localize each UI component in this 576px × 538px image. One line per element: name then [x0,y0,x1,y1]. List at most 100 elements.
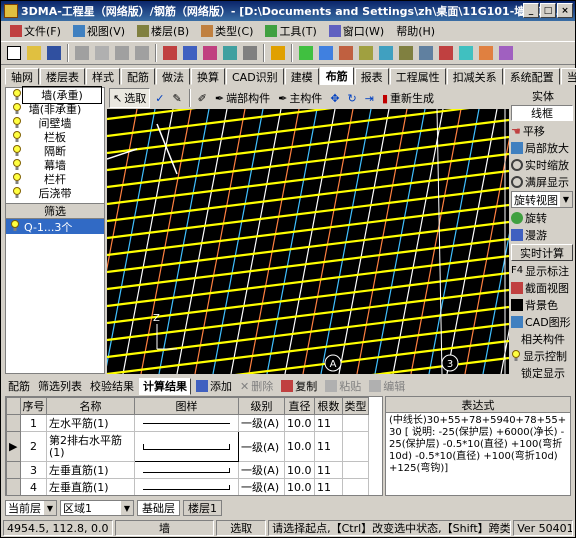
tab-place-rebar[interactable]: 布筋 [319,67,354,85]
tab-more[interactable]: 当i [560,68,576,85]
column-button[interactable] [397,44,415,62]
roam-button[interactable]: 漫游 [509,226,575,243]
cell-shape[interactable] [134,431,239,462]
show-label-toggle[interactable]: F4 显示标注 [509,262,575,279]
brush-button[interactable]: ✐ [195,88,210,108]
move-button[interactable]: ✥ [327,88,342,108]
tab-method[interactable]: 做法 [156,68,190,85]
table-row[interactable]: 3 左垂直筋(1) 一级(A) 10.0 11 [6,461,369,479]
report-button[interactable] [477,44,495,62]
select-button[interactable]: ↖ 选取 [109,88,151,108]
export-button[interactable] [497,44,515,62]
tab-check-result[interactable]: 校验结果 [87,378,137,395]
main-member-button[interactable]: ✒ 主构件 [275,88,325,108]
copy-row-button[interactable]: 复制 [278,378,320,395]
cut-button[interactable] [73,44,91,62]
tab-filter-list[interactable]: 筛选列表 [35,378,85,395]
list-item[interactable]: 墙(非承重) [6,102,104,116]
check-button[interactable] [457,44,475,62]
realtime-calc-button[interactable]: 实时计算 [511,244,573,261]
close-button[interactable]: × [557,3,573,18]
menu-help[interactable]: 帮助(H) [391,22,440,40]
tab-report[interactable]: 报表 [354,68,389,85]
layer-button[interactable] [221,44,239,62]
cad-graph-button[interactable]: CAD图形 [509,313,575,330]
list-item[interactable]: 墙(承重) [6,86,104,104]
filter-item[interactable]: Q-1...3个 [6,219,104,234]
beam-button[interactable] [357,44,375,62]
tab-floor-1[interactable]: 楼层1 [183,500,222,516]
table-button[interactable] [201,44,219,62]
tab-modeling[interactable]: 建模 [284,68,319,85]
delete-row-button[interactable]: ✕ 删除 [237,378,276,395]
open-button[interactable] [25,44,43,62]
menu-view[interactable]: 视图(V) [68,22,130,40]
tab-deduction[interactable]: 扣减关系 [446,68,503,85]
region-select[interactable]: 区域1 ▼ [60,500,134,516]
fullscreen-button[interactable]: 满屏显示 [509,173,575,190]
delete-button[interactable] [133,44,151,62]
view-button[interactable] [317,44,335,62]
edit-button[interactable]: 编辑 [366,378,408,395]
slab-button[interactable] [377,44,395,62]
rebar-button[interactable] [437,44,455,62]
mirror-button[interactable]: ⇥ [362,88,377,108]
add-button[interactable]: 添加 [193,378,235,395]
tab-system-config[interactable]: 系统配置 [503,68,560,85]
rebar-3d-view[interactable]: A 3 Z [107,109,509,374]
menu-file[interactable]: 文件(F) [5,22,66,40]
tab-foundation-floor[interactable]: 基础层 [137,500,180,516]
table-row[interactable]: 4 左垂直筋(1) 一级(A) 10.0 11 [6,478,369,495]
help-button[interactable] [269,44,287,62]
copy-button[interactable] [93,44,111,62]
regenerate-button[interactable]: ▮ 重新生成 [379,88,437,108]
confirm-button[interactable]: ✓ [152,88,167,108]
calc-button[interactable] [241,44,259,62]
zoom-local-button[interactable]: 局部放大 [509,139,575,156]
menu-window[interactable]: 窗口(W) [324,22,389,40]
drawing-canvas[interactable]: A 3 Z [107,109,509,374]
rotate-view-select[interactable]: 旋转视图 ▼ [511,191,573,208]
wall-button[interactable] [337,44,355,62]
end-member-button[interactable]: ✒ 端部构件 [212,88,273,108]
menu-type[interactable]: 类型(C) [196,22,258,40]
undo-button[interactable] [161,44,179,62]
menu-floor[interactable]: 楼层(B) [132,22,194,40]
list-item[interactable]: 间壁墙 [6,116,104,130]
section-view-button[interactable]: 截面视图 [509,279,575,296]
show-control-button[interactable]: 显示控制 [509,347,575,364]
current-floor-select[interactable]: 当前层 ▼ [5,500,57,516]
tab-convert[interactable]: 换算 [191,68,225,85]
new-button[interactable] [5,44,23,62]
menu-tools[interactable]: 工具(T) [260,22,321,40]
tab-rebar[interactable]: 配筋 [5,378,33,395]
paste-row-button[interactable]: 粘贴 [322,378,364,395]
list-item[interactable]: 后浇带 [6,186,104,200]
grid-button[interactable] [181,44,199,62]
wireframe-toggle[interactable]: 线框 [511,105,573,121]
table-row[interactable]: 1 左水平筋(1) 一级(A) 10.0 11 [6,414,369,432]
zoom-realtime-button[interactable]: 实时缩放 [509,156,575,173]
tab-floor-table[interactable]: 楼层表 [40,68,85,85]
background-color-button[interactable]: 背景色 [509,296,575,313]
table-row[interactable]: ▶ 2 第2排右水平筋(1) 一级(A) 10.0 11 [6,431,369,462]
tab-calc-result[interactable]: 计算结果 [139,377,191,395]
pan-button[interactable]: ☚ 平移 [509,122,575,139]
rotate-button[interactable]: 旋转 [509,209,575,226]
tab-project-props[interactable]: 工程属性 [389,68,446,85]
list-item[interactable]: 栏板 [6,130,104,144]
tab-rebar-config[interactable]: 配筋 [121,68,155,85]
expression-text[interactable]: (中线长)30+55+78+5940+78+55+30 [ 说明: -25(保护… [386,413,570,477]
tab-cad-recognize[interactable]: CAD识别 [226,68,284,85]
model-button[interactable] [297,44,315,62]
save-button[interactable] [45,44,63,62]
minimize-button[interactable]: _ [523,3,539,18]
list-item[interactable]: 栏杆 [6,172,104,186]
tab-axis[interactable]: 轴网 [5,68,39,85]
pick-button[interactable]: ✎ [169,88,184,108]
stair-button[interactable] [417,44,435,62]
rotate-button[interactable]: ↻ [345,88,360,108]
maximize-button[interactable]: □ [540,3,556,18]
tab-style[interactable]: 样式 [86,68,120,85]
list-item[interactable]: 隔断 [6,144,104,158]
